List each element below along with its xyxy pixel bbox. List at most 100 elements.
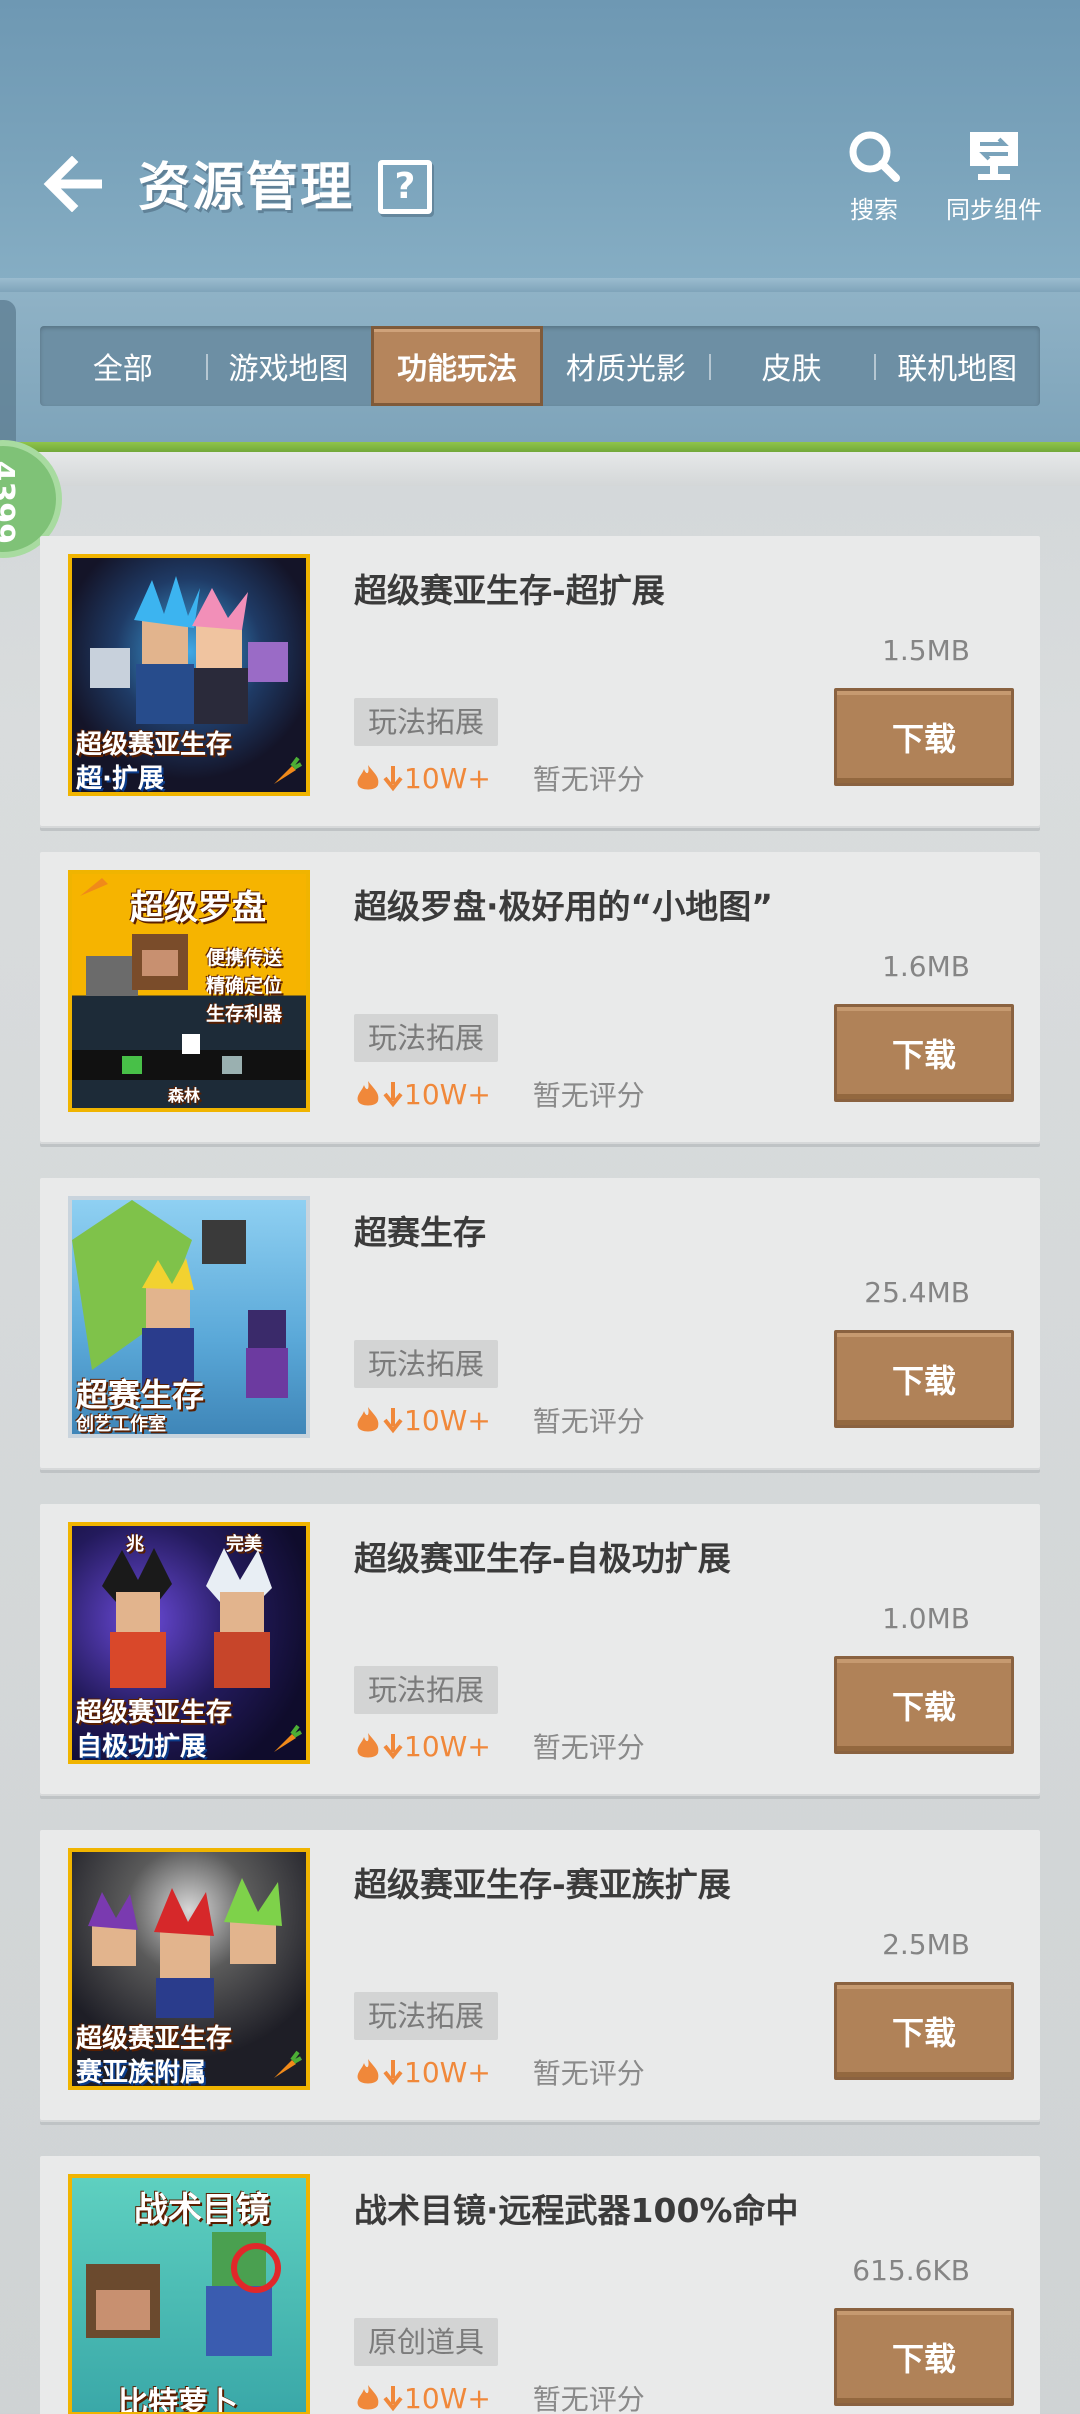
download-count: 10W+ — [404, 1729, 491, 1763]
download-button[interactable]: 下载 — [834, 1330, 1014, 1428]
item-title[interactable]: 超级罗盘·极好用的“小地图” — [354, 880, 773, 928]
download-arrow-icon — [383, 2386, 403, 2412]
search-button[interactable]: 搜索 — [814, 128, 934, 228]
download-arrow-icon — [383, 1408, 403, 1434]
list-item[interactable]: 战术目镜 比特萝卜 战术目镜·远程武器100%命中 615.6KB 原创道具 1… — [40, 2156, 1040, 2414]
back-button[interactable] — [38, 148, 110, 220]
download-count: 10W+ — [404, 2381, 491, 2414]
carrot-icon — [274, 2050, 302, 2078]
thumbnail-caption-2: 便携传送 精确定位 生存利器 — [206, 947, 283, 1025]
monitor-sync-icon — [970, 132, 1018, 180]
item-stats: 10W+ 暂无评分 — [354, 758, 645, 798]
carrot-icon — [274, 1724, 302, 1752]
thumbnail-caption-2: 创艺工作室 — [76, 1414, 166, 1435]
item-tag: 玩法拓展 — [354, 1340, 499, 1388]
item-title[interactable]: 超级赛亚生存-赛亚族扩展 — [354, 1858, 731, 1906]
download-button[interactable]: 下载 — [834, 1004, 1014, 1102]
item-tag: 玩法拓展 — [354, 1666, 499, 1714]
tab-all[interactable]: 全部 — [40, 326, 206, 406]
item-stats: 10W+ 暂无评分 — [354, 2378, 645, 2414]
flame-icon — [357, 765, 379, 790]
search-icon — [849, 131, 900, 182]
hot-downloads: 10W+ — [354, 762, 491, 795]
list-top-shadow — [0, 452, 1080, 486]
thumbnail-caption-2: 超·扩展 — [76, 764, 164, 794]
download-count: 10W+ — [404, 1077, 491, 1111]
item-tag: 玩法拓展 — [354, 698, 499, 746]
item-rating: 暂无评分 — [532, 1405, 645, 1438]
tab-game-maps[interactable]: 游戏地图 — [205, 326, 372, 406]
item-size: 25.4MB — [864, 1276, 970, 1309]
download-button[interactable]: 下载 — [834, 2308, 1014, 2406]
item-thumbnail: 超级赛亚生存 赛亚族附属 — [68, 1848, 310, 2090]
thumbnail-art-icon — [86, 2232, 281, 2356]
item-size: 615.6KB — [852, 2254, 970, 2287]
item-title[interactable]: 超赛生存 — [354, 1206, 486, 1254]
flame-icon — [357, 2059, 379, 2084]
tab-gameplay[interactable]: 功能玩法 — [371, 326, 544, 406]
download-button[interactable]: 下载 — [834, 1982, 1014, 2080]
item-title[interactable]: 超级赛亚生存-自极功扩展 — [354, 1532, 731, 1580]
sync-components-button[interactable]: 同步组件 — [934, 128, 1054, 228]
carrot-icon — [274, 756, 302, 784]
download-arrow-icon — [383, 1082, 403, 1108]
download-button[interactable]: 下载 — [834, 688, 1014, 786]
item-stats: 10W+ 暂无评分 — [354, 1400, 645, 1440]
flame-icon — [357, 1081, 379, 1106]
list-item[interactable]: 超赛生存 创艺工作室 超赛生存 25.4MB 玩法拓展 10W+ 暂无评分 下载 — [40, 1178, 1040, 1470]
search-label: 搜索 — [850, 196, 898, 224]
item-thumbnail: 超赛生存 创艺工作室 — [68, 1196, 310, 1438]
download-arrow-icon — [383, 766, 403, 792]
thumbnail-caption-1: 超级赛亚生存 — [76, 2024, 233, 2054]
thumbnail-caption-2: 比特萝卜 — [118, 2386, 238, 2414]
hot-downloads: 10W+ — [354, 2382, 491, 2414]
download-count: 10W+ — [404, 2055, 491, 2089]
list-item[interactable]: 超级赛亚生存 赛亚族附属 超级赛亚生存-赛亚族扩展 2.5MB 玩法拓展 10W… — [40, 1830, 1040, 2122]
help-button[interactable]: ? — [378, 160, 432, 214]
item-rating: 暂无评分 — [532, 2057, 645, 2090]
flame-icon — [357, 1733, 379, 1758]
thumbnail-caption-2: 赛亚族附属 — [76, 2058, 207, 2088]
item-tag: 原创道具 — [354, 2318, 499, 2366]
hot-downloads: 10W+ — [354, 1404, 491, 1437]
tab-skins[interactable]: 皮肤 — [708, 326, 875, 406]
thumbnail-caption-1: 超级赛亚生存 — [76, 1698, 233, 1728]
hot-downloads: 10W+ — [354, 1730, 491, 1763]
flame-icon — [357, 2385, 379, 2410]
thumbnail-caption-3: 森林 — [168, 1086, 201, 1105]
item-stats: 10W+ 暂无评分 — [354, 1726, 645, 1766]
category-tabs: 全部 游戏地图 功能玩法 材质光影 皮肤 联机地图 — [40, 326, 1040, 406]
header-divider — [0, 278, 1080, 292]
item-size: 1.5MB — [882, 634, 970, 667]
sync-label: 同步组件 — [946, 196, 1042, 224]
list-item[interactable]: 超级罗盘 便携传送 精确定位 生存利器 森林 超级罗盘·极好用的“小地图” 1.… — [40, 852, 1040, 1144]
item-title[interactable]: 战术目镜·远程武器100%命中 — [354, 2184, 799, 2232]
arrow-left-icon — [43, 156, 102, 212]
hot-downloads: 10W+ — [354, 2056, 491, 2089]
list-item[interactable]: 兆 完美 超级赛亚生存 自极功扩展 超级赛亚生存-自极功扩展 1.0MB 玩法拓… — [40, 1504, 1040, 1796]
list-item[interactable]: 超级赛亚生存 超·扩展 超级赛亚生存-超扩展 1.5MB 玩法拓展 10W+ 暂… — [40, 536, 1040, 828]
item-rating: 暂无评分 — [532, 763, 645, 796]
tab-multiplayer-maps[interactable]: 联机地图 — [874, 326, 1040, 406]
item-tag: 玩法拓展 — [354, 1992, 499, 2040]
item-title[interactable]: 超级赛亚生存-超扩展 — [354, 564, 665, 612]
hot-downloads: 10W+ — [354, 1078, 491, 1111]
thumbnail-caption-2: 自极功扩展 — [76, 1732, 207, 1762]
item-size: 2.5MB — [882, 1928, 970, 1961]
item-thumbnail: 超级赛亚生存 超·扩展 — [68, 554, 310, 796]
item-size: 1.6MB — [882, 950, 970, 983]
item-tag: 玩法拓展 — [354, 1014, 499, 1062]
item-rating: 暂无评分 — [532, 2383, 645, 2414]
flame-icon — [357, 1407, 379, 1432]
item-size: 1.0MB — [882, 1602, 970, 1635]
tab-textures-shaders[interactable]: 材质光影 — [543, 326, 709, 406]
item-thumbnail: 超级罗盘 便携传送 精确定位 生存利器 森林 — [68, 870, 310, 1112]
download-button[interactable]: 下载 — [834, 1656, 1014, 1754]
item-stats: 10W+ 暂无评分 — [354, 2052, 645, 2092]
download-arrow-icon — [383, 1734, 403, 1760]
item-rating: 暂无评分 — [532, 1079, 645, 1112]
download-count: 10W+ — [404, 761, 491, 795]
item-stats: 10W+ 暂无评分 — [354, 1074, 645, 1114]
item-thumbnail: 战术目镜 比特萝卜 — [68, 2174, 310, 2414]
thumbnail-caption-1: 超级赛亚生存 — [76, 730, 233, 760]
